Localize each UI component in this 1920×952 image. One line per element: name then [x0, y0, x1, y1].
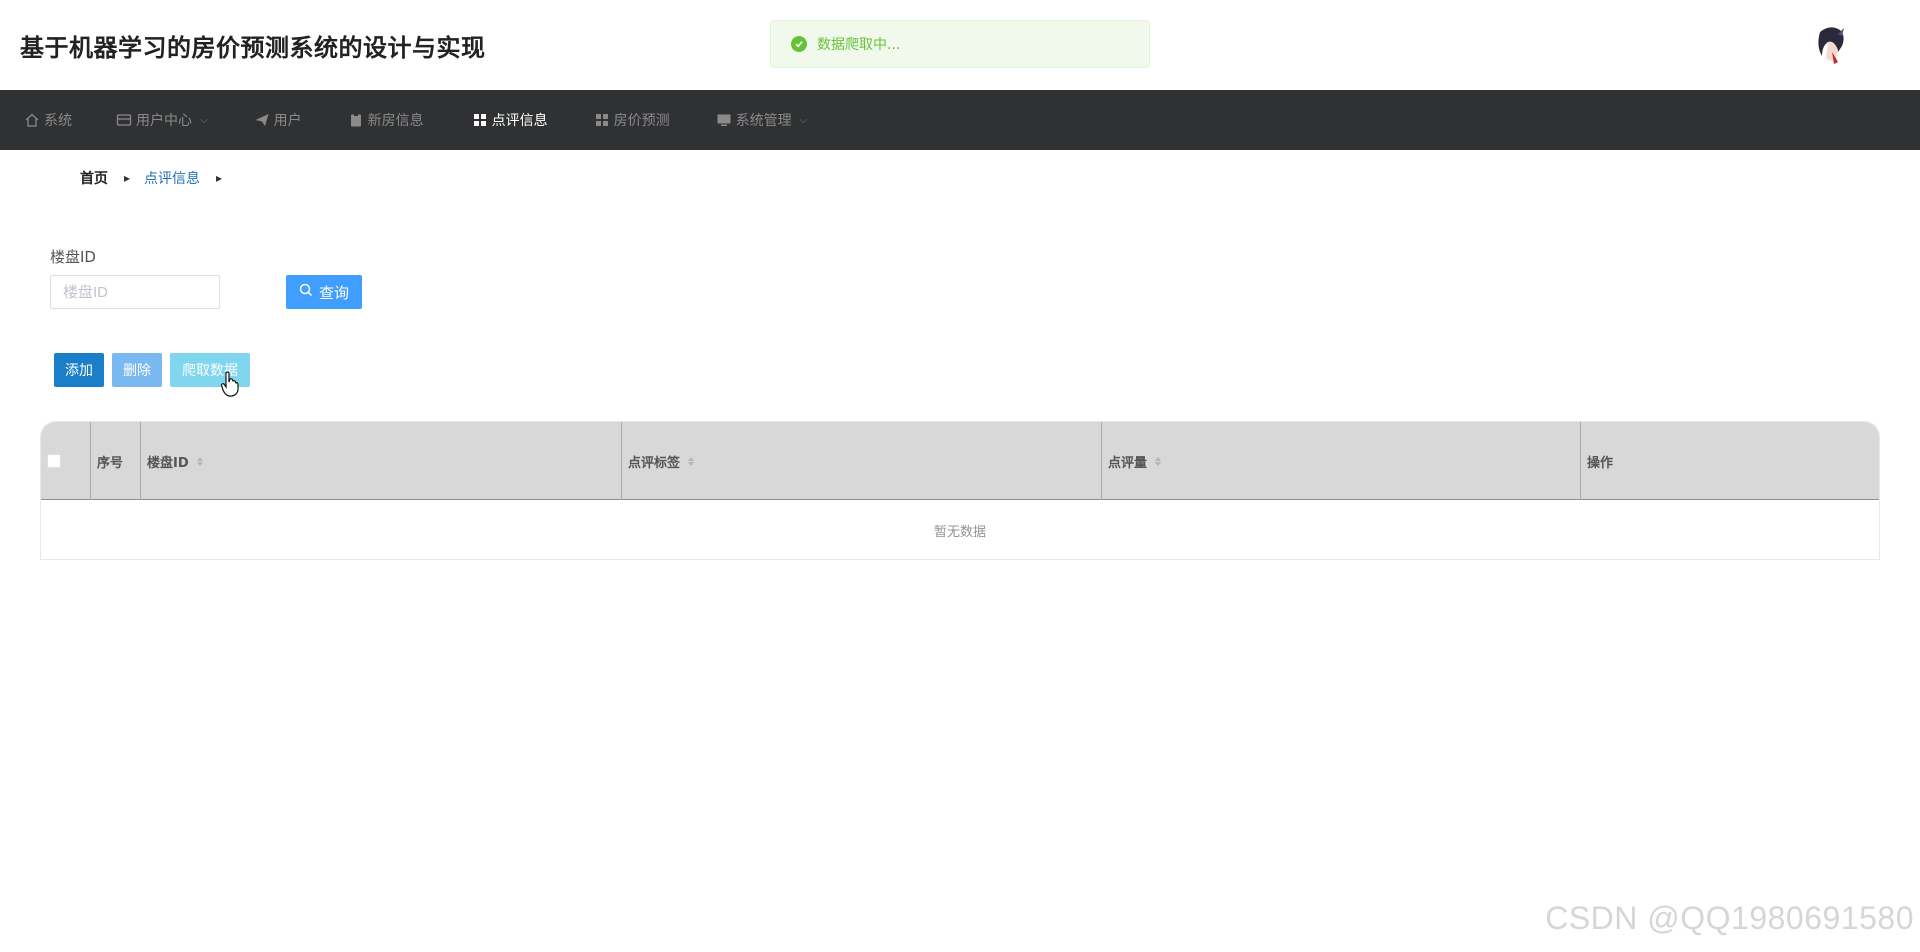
search-icon — [299, 283, 313, 301]
delete-button[interactable]: 删除 — [112, 353, 162, 387]
query-button-label: 查询 — [318, 284, 349, 302]
empty-message: 暂无数据 — [933, 524, 986, 540]
column-header-seq: 序号 — [91, 422, 141, 500]
chevron-right-icon: ▸ — [124, 171, 131, 185]
nav-label-user: 用户 — [273, 113, 302, 129]
top-navbar: 系统 用户中心 ⌵ 用户 新房信息 点评信息 房价预测 系统管理 ⌵ — [0, 90, 1920, 150]
chevron-down-icon: ⌵ — [799, 114, 808, 126]
check-circle-icon — [791, 36, 807, 52]
building-id-input[interactable] — [50, 275, 220, 309]
column-label-review-tag: 点评标签 — [628, 455, 681, 471]
home-icon — [24, 112, 40, 128]
query-button[interactable]: 查询 — [286, 275, 362, 309]
breadcrumb-home[interactable]: 首页 — [80, 168, 108, 188]
watermark: CSDN @QQ1980691580 — [1545, 900, 1914, 936]
nav-label-price-predict: 房价预测 — [613, 113, 670, 129]
add-button[interactable]: 添加 — [54, 353, 104, 387]
breadcrumb: 首页 ▸ 点评信息 ▸ — [80, 168, 236, 188]
nav-item-new-house[interactable]: 新房信息 — [348, 90, 424, 150]
monitor-icon — [716, 112, 732, 128]
nav-item-system[interactable]: 系统 — [24, 90, 72, 150]
toast-message: 数据爬取中... — [817, 37, 901, 53]
nav-item-system-manage[interactable]: 系统管理 ⌵ — [716, 90, 808, 150]
sort-icon[interactable] — [196, 456, 203, 466]
nav-item-price-predict[interactable]: 房价预测 — [594, 90, 670, 150]
breadcrumb-current[interactable]: 点评信息 — [144, 168, 200, 188]
nav-label-reviews: 点评信息 — [491, 113, 548, 129]
table-header: 序号 楼盘ID 点评标签 点评量 操作 — [41, 422, 1879, 500]
send-icon — [254, 112, 270, 128]
nav-label-new-house: 新房信息 — [367, 113, 424, 129]
sort-icon[interactable] — [688, 456, 695, 466]
column-label-building-id: 楼盘ID — [147, 455, 189, 471]
reviews-table: 序号 楼盘ID 点评标签 点评量 操作 暂无数据 — [40, 421, 1880, 560]
chevron-right-icon: ▸ — [216, 171, 223, 185]
nav-label-user-center: 用户中心 — [136, 113, 192, 129]
nav-item-reviews[interactable]: 点评信息 — [472, 90, 548, 150]
clipboard-icon — [348, 112, 364, 128]
sort-icon[interactable] — [1155, 456, 1162, 466]
nav-label-system: 系统 — [44, 113, 72, 129]
column-header-review-count[interactable]: 点评量 — [1102, 422, 1581, 500]
column-header-building-id[interactable]: 楼盘ID — [141, 422, 622, 500]
app-title: 基于机器学习的房价预测系统的设计与实现 — [20, 34, 486, 62]
chevron-down-icon: ⌵ — [200, 114, 208, 126]
select-all-checkbox[interactable] — [47, 454, 61, 468]
column-label-actions: 操作 — [1587, 455, 1614, 471]
select-all-cell — [41, 422, 91, 500]
nav-item-user[interactable]: 用户 — [254, 90, 302, 150]
column-label-seq: 序号 — [97, 455, 124, 471]
header: 基于机器学习的房价预测系统的设计与实现 数据爬取中... — [0, 0, 1920, 90]
search-label: 楼盘ID — [50, 248, 96, 266]
column-header-review-tag[interactable]: 点评标签 — [622, 422, 1102, 500]
crawl-data-button[interactable]: 爬取数据 — [170, 353, 250, 387]
user-avatar[interactable] — [1808, 22, 1854, 68]
success-toast: 数据爬取中... — [770, 20, 1150, 68]
user-center-icon — [116, 112, 132, 128]
grid-icon — [472, 112, 488, 128]
grid-icon — [594, 112, 610, 128]
column-header-actions: 操作 — [1581, 422, 1879, 500]
nav-item-user-center[interactable]: 用户中心 ⌵ — [116, 90, 208, 150]
column-label-review-count: 点评量 — [1108, 455, 1148, 471]
nav-label-system-manage: 系统管理 — [735, 113, 792, 129]
table-body: 暂无数据 — [41, 500, 1879, 559]
